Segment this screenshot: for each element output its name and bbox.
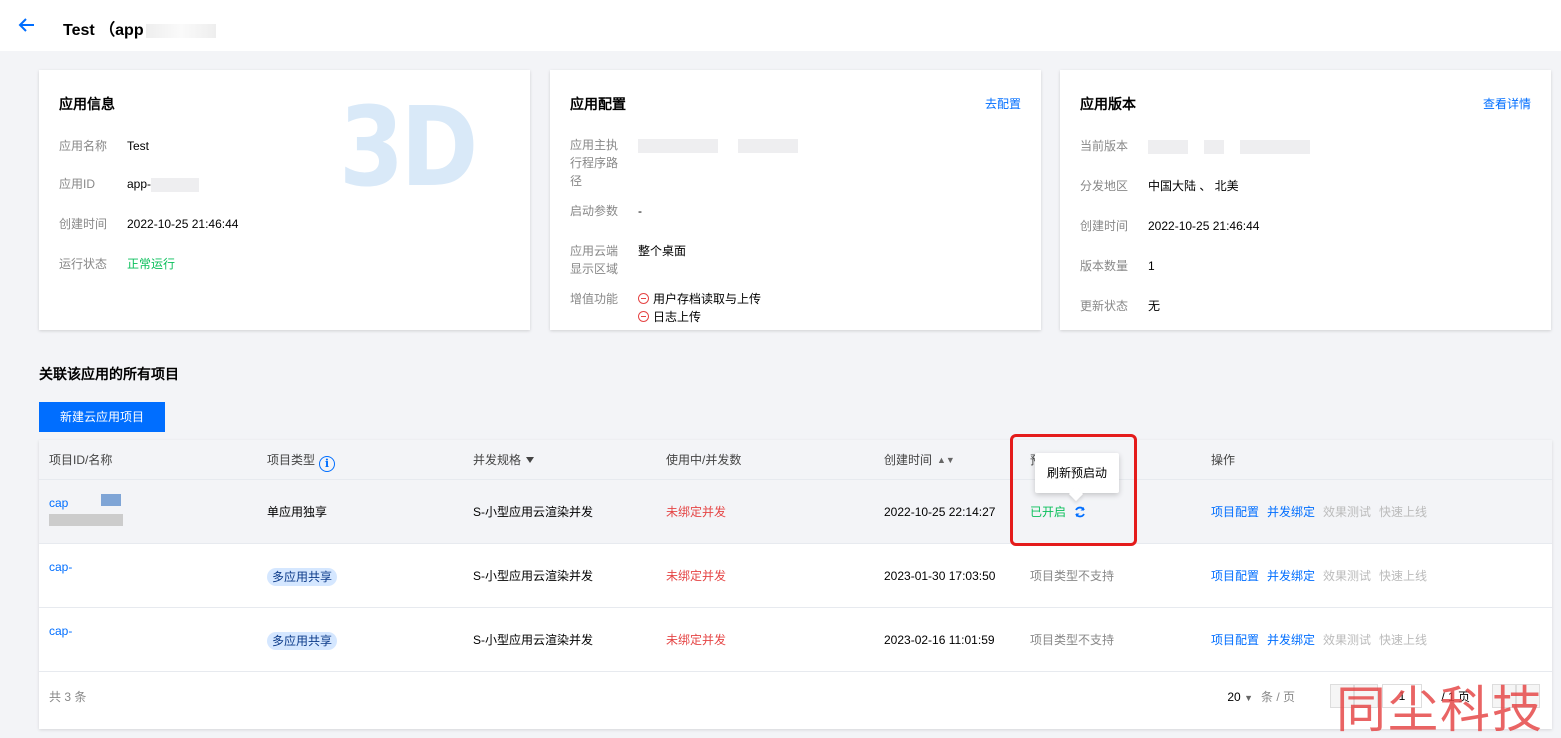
page-title: Test （app — [63, 16, 216, 40]
app-info-card: 3D 应用信息 应用名称 Test 应用ID app- 创建时间 2022-10… — [39, 70, 530, 330]
col-spec: 并发规格 — [473, 440, 535, 480]
col-created: 创建时间 ▲▼ — [884, 440, 955, 480]
projects-section-title: 关联该应用的所有项目 — [39, 366, 179, 382]
status-running: 正常运行 — [127, 257, 176, 271]
app-config-card: 应用配置 去配置 应用主执行程序路径 启动参数 - 应用云端显示区域 整个桌面 … — [550, 70, 1041, 330]
table-header: 项目ID/名称 项目类型i 并发规格 使用中/并发数 创建时间▲▼ 预 操作 — [39, 440, 1552, 480]
top-bar: Test （app — [0, 0, 1561, 51]
project-id[interactable]: cap- — [49, 560, 72, 574]
bind-concurrency-link[interactable]: 并发绑定 — [1267, 569, 1315, 583]
project-config-link[interactable]: 项目配置 — [1211, 633, 1259, 647]
col-usage: 使用中/并发数 — [666, 453, 742, 467]
effect-test-link: 效果测试 — [1323, 569, 1372, 583]
bind-concurrency-link[interactable]: 并发绑定 — [1267, 505, 1315, 519]
quick-launch-link: 快速上线 — [1379, 505, 1428, 519]
configure-link[interactable]: 去配置 — [985, 95, 1021, 112]
info-icon[interactable]: i — [319, 456, 336, 472]
col-type: 项目类型 i — [267, 440, 336, 480]
projects-table: 项目ID/名称 项目类型i 并发规格 使用中/并发数 创建时间▲▼ 预 操作 c… — [39, 440, 1552, 729]
app-logo: 3D — [339, 83, 478, 211]
col-id: 项目ID/名称 — [49, 453, 113, 467]
app-version-title: 应用版本 — [1080, 96, 1136, 112]
bind-concurrency-link[interactable]: 并发绑定 — [1267, 633, 1315, 647]
project-config-link[interactable]: 项目配置 — [1211, 569, 1259, 583]
minus-circle-icon — [638, 293, 649, 304]
total-count: 共 3 条 — [49, 690, 87, 704]
disabled-feature-1: 用户存档读取与上传 — [638, 292, 761, 306]
quick-launch-link: 快速上线 — [1379, 633, 1428, 647]
chevron-down-icon: ▼ — [1244, 693, 1253, 703]
filter-icon[interactable] — [526, 457, 535, 463]
view-details-link[interactable]: 查看详情 — [1483, 95, 1531, 112]
highlight-box — [1010, 434, 1137, 546]
table-row: cap- 多应用共享 S-小型应用云渲染并发 未绑定并发 2023-01-30 … — [39, 544, 1552, 608]
project-id[interactable]: cap- — [49, 624, 72, 638]
app-version-card: 应用版本 查看详情 当前版本 分发地区 中国大陆 、 北美 创建时间 2022-… — [1060, 70, 1551, 330]
app-config-title: 应用配置 — [570, 96, 626, 112]
table-row: cap 单应用独享 S-小型应用云渲染并发 未绑定并发 2022-10-25 2… — [39, 480, 1552, 544]
app-info-title: 应用信息 — [59, 96, 115, 112]
sort-icon[interactable]: ▲▼ — [937, 440, 955, 480]
page-size-select[interactable]: 20 ▼ 条 / 页 — [1227, 688, 1295, 705]
type-tag: 多应用共享 — [267, 567, 338, 586]
watermark: 同尘科技 — [1336, 681, 1544, 738]
type-tag: 多应用共享 — [267, 631, 338, 650]
minus-circle-icon — [638, 311, 649, 322]
back-arrow-icon[interactable] — [16, 14, 38, 36]
table-row: cap- 多应用共享 S-小型应用云渲染并发 未绑定并发 2023-02-16 … — [39, 608, 1552, 672]
quick-launch-link: 快速上线 — [1379, 569, 1428, 583]
effect-test-link: 效果测试 — [1323, 505, 1372, 519]
col-ops: 操作 — [1211, 453, 1236, 467]
disabled-feature-2: 日志上传 — [638, 310, 701, 324]
effect-test-link: 效果测试 — [1323, 633, 1372, 647]
new-project-button[interactable]: 新建云应用项目 — [39, 402, 165, 432]
project-config-link[interactable]: 项目配置 — [1211, 505, 1259, 519]
